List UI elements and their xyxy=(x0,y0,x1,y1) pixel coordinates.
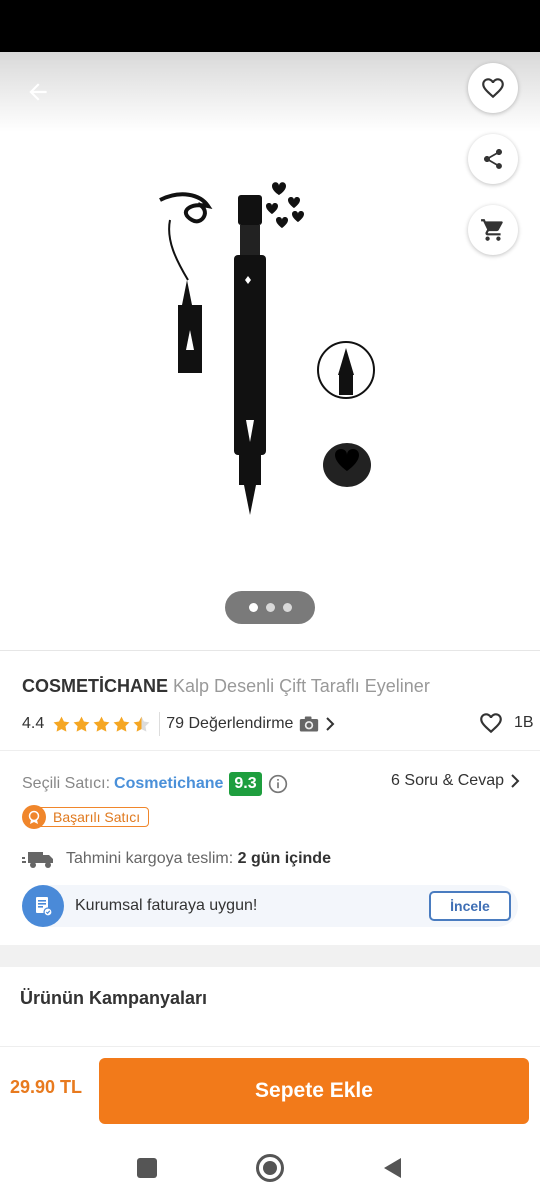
star-icon xyxy=(53,716,70,732)
home-circle-icon xyxy=(256,1154,284,1182)
cart-button[interactable] xyxy=(468,205,518,255)
qa-link-label: 6 Soru & Cevap xyxy=(391,772,504,789)
product-title: COSMETİCHANE Kalp Desenli Çift Taraflı E… xyxy=(22,676,522,697)
home-button[interactable] xyxy=(253,1151,287,1185)
seller-row: Seçili Satıcı: Cosmetichane 9.3 6 Soru &… xyxy=(22,770,520,798)
invoice-text: Kurumsal faturaya uygun! xyxy=(75,897,258,914)
section-separator xyxy=(0,945,540,967)
product-brand[interactable]: COSMETİCHANE xyxy=(22,676,168,696)
checkout-bar: 29.90 TL Sepete Ekle xyxy=(0,1047,540,1135)
favorite-button[interactable] xyxy=(468,63,518,113)
add-to-cart-button[interactable]: Sepete Ekle xyxy=(99,1058,529,1124)
star-half-icon xyxy=(133,716,150,732)
corporate-invoice-banner: Kurumsal faturaya uygun! İncele xyxy=(22,885,518,927)
shipping-label: Tahmini kargoya teslim: xyxy=(66,850,234,867)
divider xyxy=(0,750,540,751)
seller-label: Seçili Satıcı: xyxy=(22,775,111,792)
cart-icon xyxy=(481,219,503,241)
star-icon xyxy=(93,716,110,732)
heart-outline-icon xyxy=(480,713,502,734)
seller-score-badge: 9.3 xyxy=(229,772,262,796)
divider xyxy=(159,712,161,736)
successful-seller-badge: Başarılı Satıcı xyxy=(22,805,150,829)
pagination-dot[interactable] xyxy=(265,603,275,612)
pagination-dot[interactable] xyxy=(282,603,292,612)
back-button[interactable] xyxy=(18,72,58,112)
inspect-button[interactable]: İncele xyxy=(429,891,511,921)
info-icon[interactable] xyxy=(268,774,288,794)
gallery-top-fade xyxy=(0,52,540,132)
status-bar xyxy=(0,0,540,52)
seller-name-link[interactable]: Cosmetichane xyxy=(114,775,223,793)
product-name: Kalp Desenli Çift Taraflı Eyeliner xyxy=(173,676,430,696)
back-nav-button[interactable] xyxy=(375,1151,409,1185)
favorite-count-button[interactable]: 1B xyxy=(478,710,534,736)
star-icon xyxy=(73,716,90,732)
divider xyxy=(0,650,540,651)
heart-outline-icon xyxy=(482,78,504,99)
star-icon xyxy=(113,716,130,732)
truck-icon xyxy=(22,852,53,868)
qa-link[interactable]: 6 Soru & Cevap xyxy=(391,772,520,790)
star-rating xyxy=(52,715,151,734)
system-navigation-bar xyxy=(0,1135,540,1200)
invoice-icon xyxy=(22,885,64,927)
product-image xyxy=(159,182,375,515)
price: 29.90 TL xyxy=(10,1077,83,1097)
rating-row: 4.4 79 Değerlendirme 1B xyxy=(22,710,534,738)
recents-button[interactable] xyxy=(130,1151,164,1185)
chevron-right-icon xyxy=(326,717,335,731)
shipping-text: Tahmini kargoya teslim: 2 gün içinde xyxy=(66,850,331,868)
image-pagination[interactable] xyxy=(225,591,315,624)
chevron-right-icon xyxy=(511,774,520,788)
shipping-estimate: Tahmini kargoya teslim: 2 gün içinde xyxy=(22,846,520,872)
reviews-count: 79 Değerlendirme xyxy=(166,715,294,732)
share-icon xyxy=(484,149,502,169)
rating-value: 4.4 xyxy=(22,715,45,732)
pagination-dot[interactable] xyxy=(248,603,258,612)
product-image-gallery[interactable] xyxy=(0,52,540,650)
favorite-count: 1B xyxy=(514,714,534,731)
campaigns-heading[interactable]: Ürünün Kampanyaları xyxy=(20,988,207,1009)
reviews-link[interactable]: 79 Değerlendirme xyxy=(166,715,335,733)
triangle-back-icon xyxy=(384,1158,401,1178)
medal-icon xyxy=(22,805,46,829)
camera-icon xyxy=(300,716,319,732)
badge-label: Başarılı Satıcı xyxy=(40,807,150,827)
shipping-value: 2 gün içinde xyxy=(237,850,331,867)
share-button[interactable] xyxy=(468,134,518,184)
square-icon xyxy=(137,1158,157,1178)
arrow-back-icon xyxy=(29,83,47,101)
